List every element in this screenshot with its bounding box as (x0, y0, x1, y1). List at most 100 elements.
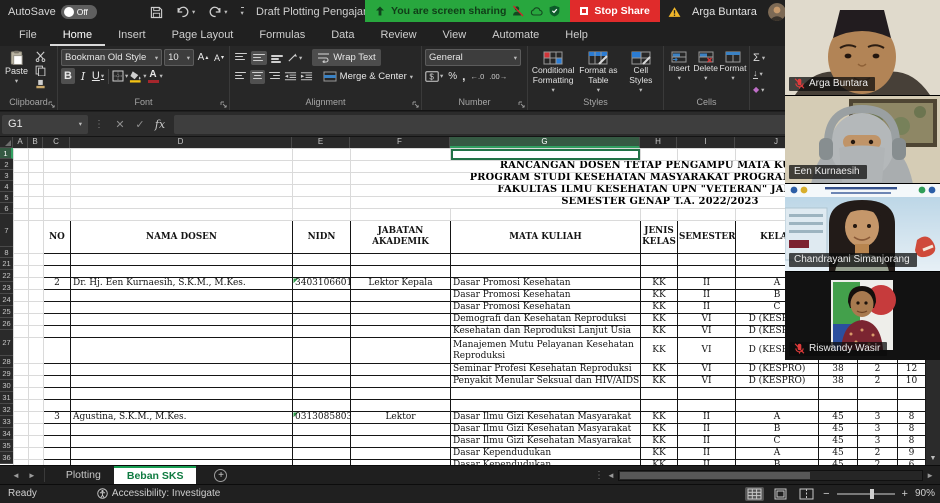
sheet-nav-left-icon[interactable]: ◄ (12, 471, 20, 480)
cell[interactable] (293, 149, 351, 161)
tab-home[interactable]: Home (50, 24, 105, 46)
tab-formulas[interactable]: Formulas (246, 24, 318, 46)
row-header-26[interactable]: 26 (0, 318, 13, 330)
cell-m-r28[interactable]: 12 (898, 364, 926, 376)
cell-nidn-r34[interactable] (293, 436, 351, 448)
cell-nidn-r28[interactable] (293, 364, 351, 376)
redo-button[interactable]: ▾ (208, 6, 227, 18)
video-tile-arga-buntara[interactable]: Arga Buntara (785, 0, 940, 95)
cell-mk-r32[interactable]: Dasar Ilmu Gizi Kesehatan Masyarakat (451, 412, 641, 424)
scroll-down-icon[interactable]: ▼ (926, 452, 940, 465)
cell-nama-r22[interactable]: Dr. Hj. Een Kurnaesih, S.K.M., M.Kes. (71, 278, 293, 290)
cell-jenis-r24[interactable]: KK (641, 302, 678, 314)
cell-jenis-r22[interactable]: KK (641, 278, 678, 290)
cell-styles-button[interactable]: Cell Styles▾ (622, 49, 660, 97)
cell-kelas-r28[interactable]: D (KESPRO) (736, 364, 819, 376)
cell[interactable] (14, 388, 29, 400)
video-tile-een-kurnaesih[interactable]: Een Kurnaesih (785, 95, 940, 183)
cell-m-r29[interactable]: 10 (898, 376, 926, 388)
cell-nama-r32[interactable]: Agustina, S.K.M., M.Kes. (71, 412, 293, 424)
stop-share-button[interactable]: Stop Share (570, 0, 659, 22)
select-all-corner[interactable] (0, 137, 13, 148)
video-tile-riswandy-wasir[interactable]: Riswandy Wasir (785, 271, 940, 360)
selected-cell-g1[interactable] (451, 149, 641, 161)
cell[interactable] (14, 364, 29, 376)
cell-jab-r24[interactable] (351, 302, 451, 314)
row-header-30[interactable]: 30 (0, 380, 13, 392)
cell-no-r26[interactable] (44, 326, 71, 338)
cell[interactable] (29, 436, 44, 448)
cell-mk-r24[interactable]: Dasar Promosi Kesehatan (451, 302, 641, 314)
column-header-D[interactable]: D (70, 137, 292, 148)
cell[interactable] (29, 376, 44, 388)
col-header-no[interactable]: NO (44, 221, 71, 254)
cell-sem-r24[interactable]: II (678, 302, 736, 314)
cell-jenis-r26[interactable]: KK (641, 326, 678, 338)
italic-button[interactable]: I (76, 68, 90, 84)
cell[interactable] (14, 412, 29, 424)
row-header-35[interactable]: 35 (0, 440, 13, 452)
cell[interactable] (641, 149, 678, 161)
cell[interactable] (29, 254, 44, 266)
font-size-select[interactable]: 10▾ (164, 49, 194, 66)
column-header-E[interactable]: E (292, 137, 350, 148)
number-format-select[interactable]: General▾ (425, 49, 521, 66)
horizontal-scroll-thumb[interactable] (620, 472, 810, 479)
zoom-out-button[interactable]: − (823, 488, 829, 500)
cell-l-r29[interactable]: 2 (858, 376, 898, 388)
cell-no-r34[interactable] (44, 436, 71, 448)
cell-jenis-r30[interactable] (641, 388, 678, 400)
font-color-button[interactable]: A ▾ (148, 68, 163, 84)
copy-icon[interactable] (35, 65, 46, 76)
cell[interactable] (29, 338, 44, 364)
cell-mk-r30[interactable] (451, 388, 641, 400)
cell[interactable] (29, 278, 44, 290)
cell[interactable] (14, 376, 29, 388)
bold-button[interactable]: B (61, 68, 75, 84)
row-header-36[interactable]: 36 (0, 452, 13, 464)
cell-nidn-r26[interactable] (293, 326, 351, 338)
row-header-3[interactable]: 3 (0, 170, 13, 181)
cell-nama-r31[interactable] (71, 400, 293, 412)
cell[interactable] (29, 149, 44, 161)
cell-nidn-r33[interactable] (293, 424, 351, 436)
save-button[interactable] (150, 6, 163, 19)
cell-jab-r26[interactable] (351, 326, 451, 338)
sheet-tab-beban-sks[interactable]: Beban SKS (114, 466, 197, 485)
cell[interactable] (29, 400, 44, 412)
cell-kelas-r31[interactable] (736, 400, 819, 412)
cell-mk-r33[interactable]: Dasar Ilmu Gizi Kesehatan Masyarakat (451, 424, 641, 436)
cell-l-r28[interactable]: 2 (858, 364, 898, 376)
cell-sem-r23[interactable]: II (678, 290, 736, 302)
cell-nama-r35[interactable] (71, 448, 293, 460)
cell-l-r35[interactable]: 2 (858, 448, 898, 460)
cell-no-r24[interactable] (44, 302, 71, 314)
insert-function-button[interactable]: fx (150, 118, 170, 131)
wrap-text-button[interactable]: Wrap Text (312, 49, 380, 66)
percent-style-button[interactable]: % (448, 71, 457, 82)
col-header-semester[interactable]: SEMESTER (678, 221, 736, 254)
row-header-8[interactable]: 8 (0, 247, 13, 258)
column-header-I[interactable]: I (677, 137, 735, 148)
cell-k-r28[interactable]: 38 (819, 364, 858, 376)
cell-nidn-r35[interactable] (293, 448, 351, 460)
cut-icon[interactable] (35, 51, 46, 62)
cell-jenis-r32[interactable]: KK (641, 412, 678, 424)
cell-jenis-r29[interactable]: KK (641, 376, 678, 388)
orientation-button[interactable]: ▾ (287, 50, 302, 66)
cell-sem-r8[interactable] (678, 254, 736, 266)
cell-sem-r34[interactable]: II (678, 436, 736, 448)
cell-no-r33[interactable] (44, 424, 71, 436)
cell[interactable] (14, 436, 29, 448)
cell[interactable] (14, 326, 29, 338)
cell-nidn-r21[interactable] (293, 266, 351, 278)
cell-jab-r32[interactable]: Lektor (351, 412, 451, 424)
cell[interactable] (29, 314, 44, 326)
cell-mk-r27[interactable]: Manajemen Mutu Pelayanan Kesehatan Repro… (451, 338, 641, 364)
tab-file[interactable]: File (6, 24, 50, 46)
cell-jab-r28[interactable] (351, 364, 451, 376)
cell-sem-r25[interactable]: VI (678, 314, 736, 326)
cell-mk-r35[interactable]: Dasar Kependudukan (451, 448, 641, 460)
cell-mk-r26[interactable]: Kesehatan dan Reproduksi Lanjut Usia (451, 326, 641, 338)
cell-m-r32[interactable]: 8 (898, 412, 926, 424)
